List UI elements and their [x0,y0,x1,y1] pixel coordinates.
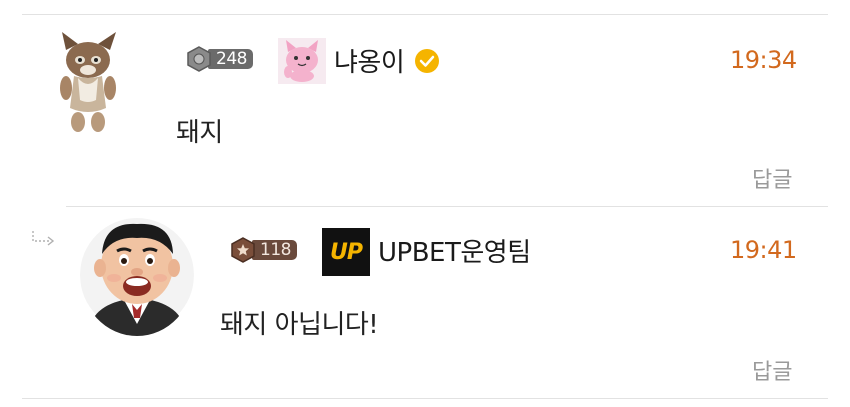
level-emblem-icon [231,237,255,263]
nickname[interactable]: UPBET운영팀 [378,232,531,269]
cat-avatar[interactable] [52,30,124,134]
comment-time: 19:34 [730,46,797,74]
nickname[interactable]: 냐옹이 [334,42,405,79]
comment-text: 돼지 아닙니다! [220,310,379,340]
top-divider [22,14,828,15]
up-logo-icon: UP [322,228,370,276]
level-badge: 118 [230,237,297,263]
up-logo-text: UP [330,239,363,265]
comment-text: 돼지 [176,118,223,148]
reply-button[interactable]: 답글 [752,162,792,194]
reply-button[interactable]: 답글 [752,354,792,386]
bottom-divider [22,398,828,399]
level-badge: 248 [186,46,253,72]
comment-time: 19:41 [730,236,797,264]
reply-arrow-icon [32,231,55,246]
level-number: 118 [252,240,297,260]
level-emblem-icon [187,46,211,72]
comment-divider [66,206,828,207]
level-number: 248 [208,49,253,69]
cartoon-boy-avatar[interactable] [80,214,194,336]
verified-badge-icon [415,49,439,73]
pink-cat-icon [278,38,326,84]
